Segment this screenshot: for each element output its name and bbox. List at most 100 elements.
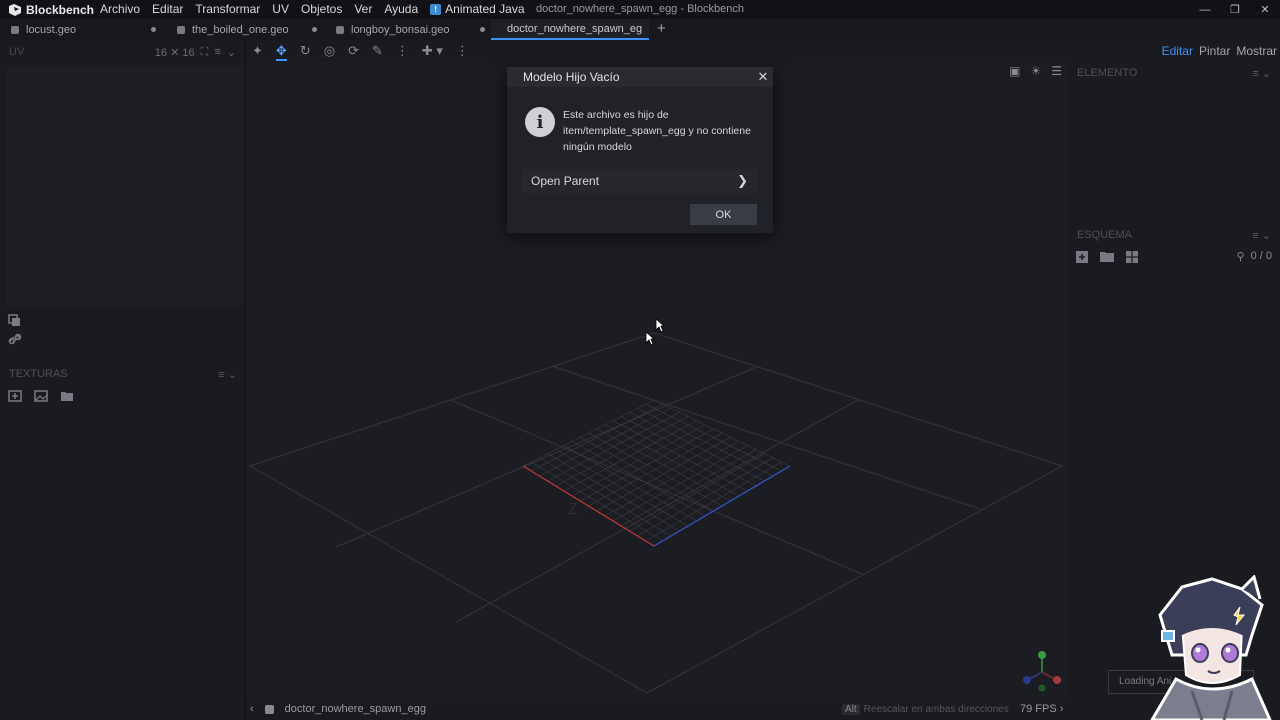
copy-icon[interactable]: [8, 314, 21, 327]
tab-doctor-nowhere[interactable]: doctor_nowhere_spawn_eg: [491, 19, 649, 40]
rotate-tool-icon[interactable]: ⟳: [348, 41, 359, 61]
status-model: ‹ doctor_nowhere_spawn_egg: [246, 703, 426, 715]
animated-java-icon: !: [430, 4, 442, 15]
model-file-icon: [11, 25, 19, 34]
viewport-menu-icon[interactable]: ☰: [1051, 64, 1062, 78]
model-icon: [264, 704, 274, 714]
menu-uv[interactable]: UV: [266, 0, 295, 19]
unsaved-dot-icon: [312, 27, 317, 32]
menu-ayuda[interactable]: Ayuda: [378, 0, 424, 19]
link-icon[interactable]: [8, 333, 22, 345]
mouse-cursor-icon: [655, 318, 665, 333]
alt-key-hint: Reescalar en ambas direcciones: [863, 703, 1009, 715]
menu-lines-icon[interactable]: ≡: [214, 46, 220, 58]
chevron-right-icon: ❯: [737, 173, 748, 188]
info-icon: i: [525, 107, 555, 137]
mode-paint-tab[interactable]: Pintar: [1199, 44, 1230, 58]
transform-space-icon[interactable]: ✚ ▾: [422, 41, 443, 61]
dialog-title: Modelo Hijo Vacío: [523, 70, 620, 84]
toolbar-more-icon[interactable]: ⋮: [456, 41, 469, 61]
open-parent-button[interactable]: Open Parent ❯: [522, 169, 757, 193]
folder-image-icon[interactable]: [60, 390, 74, 402]
texture-tools: [8, 390, 74, 402]
add-cube-icon[interactable]: [1076, 250, 1088, 263]
window-controls: — ❐ ✕: [1190, 0, 1280, 19]
tab-label: the_boiled_one.geo: [192, 23, 289, 36]
uv-tools: [8, 314, 22, 345]
menu-lines-icon[interactable]: ≡ ⌄: [1252, 229, 1271, 242]
streamer-avatar: [1150, 575, 1272, 720]
minimize-icon[interactable]: —: [1190, 0, 1220, 19]
axis-gizmo[interactable]: [1022, 650, 1062, 694]
close-icon[interactable]: ✕: [753, 67, 773, 87]
mode-display-tab[interactable]: Mostrar: [1236, 44, 1277, 58]
tab-bar: locust.geo the_boiled_one.geo longboy_bo…: [0, 19, 1280, 40]
screenshot-icon[interactable]: ▣: [1009, 64, 1020, 78]
app-brand-label: Blockbench: [26, 2, 95, 17]
textures-panel-title: TEXTURAS: [9, 368, 68, 380]
open-parent-label: Open Parent: [531, 174, 600, 188]
outliner-panel-title: ESQUEMA: [1077, 229, 1133, 241]
search-icon[interactable]: ⚲: [1237, 250, 1245, 263]
menu-animated-java-label: Animated Java: [445, 2, 525, 16]
menu-transformar[interactable]: Transformar: [189, 0, 266, 19]
uv-size-controls: 16 ✕ 16 ⛶ ≡ ⌄: [155, 46, 236, 59]
left-panel: UV 16 ✕ 16 ⛶ ≡ ⌄ TEXTURAS ≡ ⌄: [0, 40, 246, 720]
svg-text:Z: Z: [568, 501, 578, 518]
mode-tabs: Editar Pintar Mostrar: [1068, 40, 1280, 62]
add-group-icon[interactable]: [1100, 251, 1114, 262]
add-mesh-icon[interactable]: [1126, 250, 1138, 263]
dialog-title-bar: Modelo Hijo Vacío ✕: [507, 67, 773, 87]
unsaved-dot-icon: [151, 27, 156, 32]
tab-the-boiled-one[interactable]: the_boiled_one.geo: [162, 19, 323, 40]
menu-editar[interactable]: Editar: [146, 0, 189, 19]
vertex-snap-icon[interactable]: ✎: [372, 41, 383, 61]
menu-ver[interactable]: Ver: [348, 0, 378, 19]
status-model-name: doctor_nowhere_spawn_egg: [284, 703, 426, 715]
fps-counter: 79 FPS ›: [1020, 703, 1063, 715]
translate-tool-icon[interactable]: ✥: [275, 41, 287, 61]
pivot-tool-icon[interactable]: ◎: [324, 41, 335, 61]
outliner-count: ⚲ 0 / 0: [1237, 250, 1272, 263]
status-bar: ‹ doctor_nowhere_spawn_egg Alt Reescalar…: [246, 670, 1280, 720]
title-bar: Blockbench Archivo Editar Transformar UV…: [0, 0, 1280, 19]
blockbench-logo-icon: [9, 3, 21, 16]
menu-objetos[interactable]: Objetos: [295, 0, 348, 19]
uv-size-label[interactable]: 16 ✕ 16: [155, 46, 195, 59]
uv-editor-canvas[interactable]: [6, 66, 244, 306]
move-tool-icon[interactable]: ✦: [252, 41, 263, 61]
ok-button[interactable]: OK: [690, 204, 757, 225]
menu-lines-icon[interactable]: ≡ ⌄: [1252, 67, 1271, 80]
resize-tool-icon[interactable]: ↻: [300, 41, 311, 61]
viewport-controls: ▣ ☀ ☰: [1009, 64, 1062, 78]
tab-label: doctor_nowhere_spawn_eg: [507, 22, 643, 35]
chevron-down-icon[interactable]: ⌄: [227, 46, 236, 59]
chevron-right-icon[interactable]: ›: [1060, 703, 1064, 715]
mode-edit-tab[interactable]: Editar: [1162, 44, 1193, 58]
import-texture-icon[interactable]: [8, 390, 22, 402]
alt-key-badge: Alt: [842, 703, 860, 715]
menu-animated-java[interactable]: ! Animated Java: [424, 0, 530, 19]
empty-child-model-dialog: Modelo Hijo Vacío ✕ i Este archivo es hi…: [507, 67, 773, 233]
outliner-panel-header: ESQUEMA ≡ ⌄: [1068, 226, 1280, 244]
uv-panel-title: UV: [9, 46, 25, 58]
tab-longboy-bonsai[interactable]: longboy_bonsai.geo: [323, 19, 491, 40]
tab-locust[interactable]: locust.geo: [0, 19, 162, 40]
tab-label: longboy_bonsai.geo: [351, 23, 450, 36]
add-tab-icon[interactable]: +: [649, 19, 674, 40]
image-icon[interactable]: [34, 390, 48, 402]
close-window-icon[interactable]: ✕: [1250, 0, 1280, 19]
main-toolbar: ✦ ✥ ↻ ◎ ⟳ ✎ ⋮ ✚ ▾ ⋮: [246, 40, 1068, 62]
more-tools-icon[interactable]: ⋮: [396, 41, 409, 61]
brightness-icon[interactable]: ☀: [1030, 64, 1041, 78]
restore-icon[interactable]: ❐: [1220, 0, 1250, 19]
outliner-tools: ⚲ 0 / 0: [1076, 250, 1272, 263]
chevron-left-icon[interactable]: ‹: [250, 703, 254, 715]
menu-archivo[interactable]: Archivo: [94, 0, 146, 19]
menu-lines-icon[interactable]: ≡ ⌄: [218, 368, 237, 381]
uv-panel-header: UV 16 ✕ 16 ⛶ ≡ ⌄: [0, 40, 245, 64]
fps-label: 79 FPS: [1020, 703, 1057, 715]
dialog-message: Este archivo es hijo de item/template_sp…: [563, 109, 751, 153]
fullscreen-icon[interactable]: ⛶: [201, 46, 209, 59]
unsaved-dot-icon: [480, 27, 485, 32]
